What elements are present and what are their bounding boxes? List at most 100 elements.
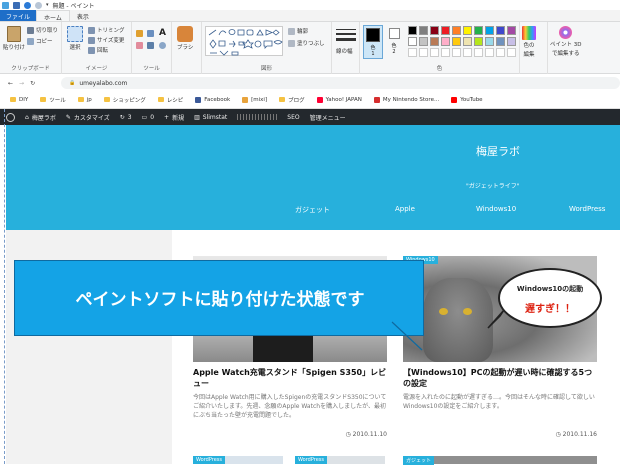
category-badge[interactable]: WordPress — [193, 456, 226, 464]
bookmark-item[interactable]: ブログ — [279, 96, 305, 104]
undo-icon[interactable] — [24, 1, 31, 9]
magnifier-icon[interactable] — [159, 42, 166, 49]
palette-swatch[interactable] — [430, 26, 439, 35]
custom-color-slot[interactable] — [430, 48, 439, 57]
palette-swatch[interactable] — [419, 26, 428, 35]
pencil-icon[interactable] — [136, 30, 143, 37]
tab-file[interactable]: ファイル — [0, 10, 37, 21]
select-button[interactable]: 選択 — [67, 26, 83, 51]
forward-arrow-icon[interactable]: → — [19, 80, 24, 87]
reload-icon[interactable]: ↻ — [30, 80, 35, 87]
palette-swatch[interactable] — [452, 26, 461, 35]
palette-swatch[interactable] — [430, 37, 439, 46]
bookmark-item[interactable]: レシピ — [157, 96, 183, 104]
palette-swatch[interactable] — [408, 26, 417, 35]
palette-swatch[interactable] — [507, 37, 516, 46]
wp-site-name[interactable]: ⌂ 梅屋ラボ — [25, 113, 56, 122]
bookmark-item[interactable]: [mixi] — [242, 96, 267, 103]
bookmark-item[interactable]: jp — [77, 97, 92, 103]
resize-button[interactable]: サイズ変更 — [88, 36, 124, 44]
color-picker-icon[interactable] — [147, 42, 154, 49]
bookmark-item[interactable]: ツール — [40, 96, 66, 104]
custom-color-slot[interactable] — [485, 48, 494, 57]
clock-icon: ◷ — [555, 431, 563, 438]
palette-swatch[interactable] — [419, 37, 428, 46]
color1-button[interactable]: 色 1 — [363, 25, 383, 59]
wp-new[interactable]: + 新規 — [164, 113, 184, 122]
edit-colors-button[interactable]: 色の 編集 — [522, 26, 536, 58]
wp-updates[interactable]: ↻ 3 — [120, 114, 132, 121]
bookmark-item[interactable]: DIY — [10, 97, 28, 103]
palette-swatch[interactable] — [474, 37, 483, 46]
palette-swatch[interactable] — [507, 26, 516, 35]
brush-button[interactable]: ブラシ — [177, 26, 193, 51]
bookmark-item[interactable]: Facebook — [195, 96, 230, 103]
fill-dropdown[interactable]: 塗りつぶし — [288, 39, 325, 47]
address-field[interactable]: 🔒 umeyalabo.com — [61, 77, 620, 89]
paint3d-button[interactable]: ペイント 3D で編集する — [550, 26, 581, 57]
wp-comments[interactable]: ▭ 0 — [142, 114, 155, 121]
bookmark-item[interactable]: YouTube — [451, 96, 483, 103]
wordpress-logo-icon[interactable] — [6, 112, 15, 122]
article-title[interactable]: Apple Watch充電スタンド「Spigen S350」レビュー — [193, 367, 387, 389]
custom-color-slot[interactable] — [474, 48, 483, 57]
paste-button[interactable]: 貼り付け — [3, 26, 25, 51]
article-title[interactable]: 【Windows10】PCの起動が遅い時に確認する5つの設定 — [403, 367, 597, 389]
next-card-thumbnail[interactable]: WordPress — [295, 456, 385, 464]
palette-swatch[interactable] — [408, 37, 417, 46]
palette-swatch[interactable] — [441, 37, 450, 46]
eraser-icon[interactable] — [136, 42, 143, 49]
nav-item-gadget[interactable]: ガジェット — [295, 205, 330, 215]
palette-swatch[interactable] — [496, 26, 505, 35]
wp-slimstat[interactable]: ▥ Slimstat — [194, 114, 227, 121]
cut-button[interactable]: 切り取り — [27, 26, 58, 34]
trim-button[interactable]: トリミング — [88, 26, 125, 34]
bookmark-item[interactable]: Yahoo! JAPAN — [316, 96, 362, 103]
next-card-thumbnail[interactable]: ガジェット — [403, 456, 597, 465]
palette-swatch[interactable] — [474, 26, 483, 35]
line-width-icon — [336, 29, 356, 30]
custom-color-slot[interactable] — [463, 48, 472, 57]
palette-swatch[interactable] — [441, 26, 450, 35]
custom-color-slot[interactable] — [452, 48, 461, 57]
folder-icon — [77, 97, 84, 102]
wp-admin-menu[interactable]: 管理メニュー — [310, 113, 346, 122]
nav-item-windows10[interactable]: Windows10 — [476, 205, 516, 213]
tab-home[interactable]: ホーム — [36, 10, 70, 22]
custom-color-slot[interactable] — [419, 48, 428, 57]
palette-swatch[interactable] — [485, 37, 494, 46]
outline-dropdown[interactable]: 輪郭 — [288, 27, 308, 35]
bookmark-item[interactable]: My Nintendo Store... — [373, 96, 439, 103]
tab-view[interactable]: 表示 — [70, 10, 96, 21]
quick-access-dropdown-icon[interactable]: ▾ — [46, 2, 49, 8]
nav-item-wordpress[interactable]: WordPress — [569, 205, 605, 213]
bookmark-item[interactable]: ショッピング — [103, 96, 146, 104]
save-icon[interactable] — [13, 1, 20, 9]
nav-item-apple[interactable]: Apple — [395, 205, 415, 213]
rotate-button[interactable]: 回転 — [88, 46, 108, 54]
edit-colors-icon — [522, 26, 536, 40]
window-title: 無題 - ペイント — [52, 2, 95, 10]
palette-swatch[interactable] — [485, 26, 494, 35]
shapes-gallery[interactable] — [205, 26, 283, 56]
palette-swatch[interactable] — [452, 37, 461, 46]
fill-bucket-icon[interactable] — [147, 30, 154, 37]
custom-color-slot[interactable] — [507, 48, 516, 57]
copy-button[interactable]: コピー — [27, 37, 53, 45]
color2-button[interactable]: 色 2 — [386, 25, 402, 59]
wp-seo[interactable]: SEO — [287, 114, 299, 121]
next-card-thumbnail[interactable]: WordPress — [193, 456, 283, 464]
palette-swatch[interactable] — [463, 26, 472, 35]
custom-color-slot[interactable] — [408, 48, 417, 57]
palette-swatch[interactable] — [463, 37, 472, 46]
line-width-button[interactable] — [336, 27, 356, 45]
category-badge[interactable]: WordPress — [295, 456, 328, 464]
wp-customize[interactable]: ✎ カスタマイズ — [66, 113, 110, 122]
custom-color-slot[interactable] — [496, 48, 505, 57]
redo-icon[interactable] — [35, 1, 42, 9]
palette-swatch[interactable] — [496, 37, 505, 46]
site-title[interactable]: 梅屋ラボ — [6, 143, 620, 159]
custom-color-slot[interactable] — [441, 48, 450, 57]
text-tool-icon[interactable]: A — [159, 28, 166, 38]
back-arrow-icon[interactable]: ← — [8, 80, 13, 87]
